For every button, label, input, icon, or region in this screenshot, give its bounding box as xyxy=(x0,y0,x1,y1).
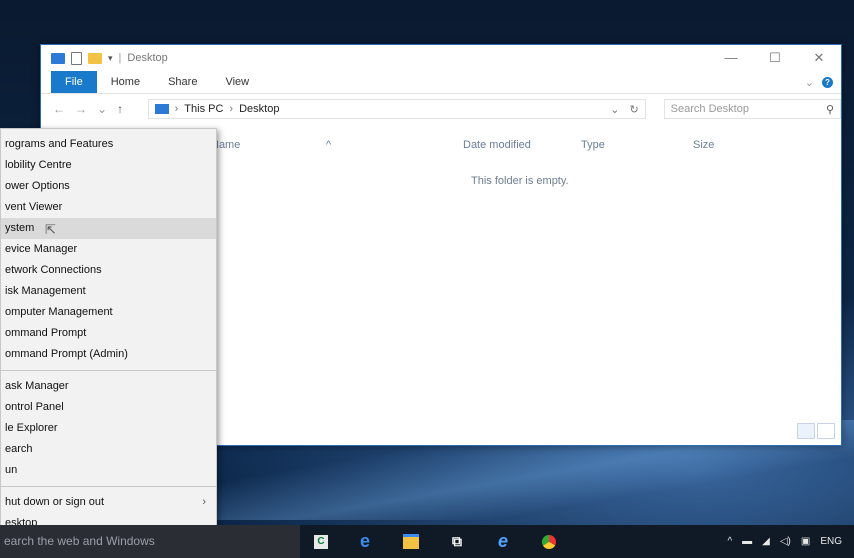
maximize-button[interactable]: ☐ xyxy=(753,45,797,71)
title-bar[interactable]: ▾ | Desktop — ☐ ✕ xyxy=(41,45,841,71)
chrome-icon[interactable] xyxy=(540,533,558,551)
search-icon[interactable]: ⚲ xyxy=(826,103,834,116)
tab-view[interactable]: View xyxy=(211,71,263,93)
close-button[interactable]: ✕ xyxy=(797,45,841,71)
store-bag-icon[interactable]: ⧉ xyxy=(448,533,466,551)
menu-item-command-prompt-admin[interactable]: ommand Prompt (Admin) xyxy=(1,344,216,365)
refresh-icon[interactable]: ↻ xyxy=(629,103,638,116)
breadcrumb-separator: › xyxy=(229,103,234,115)
up-icon[interactable]: ↑ xyxy=(117,102,123,116)
empty-folder-message: This folder is empty. xyxy=(471,175,569,187)
ribbon-tabs: File Home Share View ⌄ ? xyxy=(41,71,841,94)
customize-qat-icon[interactable]: ▾ xyxy=(108,53,113,64)
show-hidden-icons-icon[interactable]: ^ xyxy=(727,536,732,547)
menu-item-system[interactable]: ystem ⇱ xyxy=(1,218,216,239)
column-size[interactable]: Size xyxy=(693,139,714,151)
properties-icon[interactable] xyxy=(71,51,82,65)
address-row: ← → ⌄ ↑ › This PC › Desktop ⌄ ↻ Search D… xyxy=(41,94,842,124)
details-view-icon[interactable] xyxy=(797,423,815,439)
menu-item-disk-management[interactable]: isk Management xyxy=(1,281,216,302)
taskbar-search-box[interactable]: earch the web and Windows xyxy=(0,525,300,558)
menu-item-event-viewer[interactable]: vent Viewer xyxy=(1,197,216,218)
search-input[interactable]: Search Desktop xyxy=(671,103,749,115)
help-icon[interactable]: ? xyxy=(822,76,833,88)
menu-item-file-explorer[interactable]: le Explorer xyxy=(1,418,216,439)
edge-icon[interactable]: e xyxy=(356,531,374,551)
menu-item-label: ystem xyxy=(5,222,35,234)
breadcrumb-desktop[interactable]: Desktop xyxy=(239,103,279,115)
volume-icon[interactable]: ◁) xyxy=(780,536,791,547)
winx-context-menu: rograms and Features lobility Centre owe… xyxy=(0,128,217,529)
expand-ribbon-icon[interactable]: ⌄ xyxy=(805,76,814,89)
menu-item-mobility-centre[interactable]: lobility Centre xyxy=(1,155,216,176)
tab-share[interactable]: Share xyxy=(154,71,211,93)
minimize-button[interactable]: — xyxy=(709,45,753,71)
explorer-app-icon xyxy=(51,52,65,64)
menu-divider xyxy=(1,370,216,371)
column-type[interactable]: Type xyxy=(581,139,605,151)
window-title: Desktop xyxy=(127,52,168,64)
store-app-icon[interactable]: C xyxy=(314,534,328,549)
back-icon[interactable]: ← xyxy=(53,102,65,116)
breadcrumb-this-pc[interactable]: This PC xyxy=(184,103,223,115)
this-pc-icon xyxy=(154,104,169,114)
address-dropdown-icon[interactable]: ⌄ xyxy=(610,103,619,116)
taskbar: earch the web and Windows C e ⧉ e ^ ▬ ◢ … xyxy=(0,525,854,558)
submenu-arrow-icon: › xyxy=(202,496,206,508)
file-explorer-icon[interactable] xyxy=(402,533,420,551)
menu-item-search[interactable]: earch xyxy=(1,439,216,460)
tab-file[interactable]: File xyxy=(51,71,97,93)
tab-home[interactable]: Home xyxy=(97,71,154,93)
menu-item-power-options[interactable]: ower Options xyxy=(1,176,216,197)
new-folder-icon[interactable] xyxy=(88,52,102,64)
menu-item-computer-management[interactable]: omputer Management xyxy=(1,302,216,323)
qat-separator: | xyxy=(118,52,122,64)
breadcrumb-separator: › xyxy=(174,103,179,115)
menu-item-control-panel[interactable]: ontrol Panel xyxy=(1,397,216,418)
menu-item-network-connections[interactable]: etwork Connections xyxy=(1,260,216,281)
menu-item-shut-down-or-sign-out[interactable]: hut down or sign out › xyxy=(1,492,216,513)
recent-locations-icon[interactable]: ⌄ xyxy=(97,102,107,116)
menu-item-label: hut down or sign out xyxy=(5,496,105,508)
sort-arrow-icon: ^ xyxy=(326,139,332,151)
cursor-icon: ⇱ xyxy=(45,222,56,237)
forward-icon[interactable]: → xyxy=(75,102,87,116)
menu-item-device-manager[interactable]: evice Manager xyxy=(1,239,216,260)
address-bar[interactable]: › This PC › Desktop ⌄ ↻ xyxy=(147,99,646,119)
menu-item-command-prompt[interactable]: ommand Prompt xyxy=(1,323,216,344)
menu-item-run[interactable]: un xyxy=(1,460,216,481)
menu-divider xyxy=(1,486,216,487)
internet-explorer-icon[interactable]: e xyxy=(494,531,512,551)
menu-item-programs-and-features[interactable]: rograms and Features xyxy=(1,134,216,155)
language-indicator[interactable]: ENG xyxy=(820,536,842,547)
column-date-modified[interactable]: Date modified xyxy=(463,139,531,151)
search-box[interactable]: Search Desktop ⚲ xyxy=(663,99,842,119)
large-icons-view-icon[interactable] xyxy=(817,423,835,439)
battery-icon[interactable]: ▬ xyxy=(742,536,752,547)
action-center-icon[interactable]: ▣ xyxy=(801,536,810,547)
network-icon[interactable]: ◢ xyxy=(762,536,770,547)
menu-item-task-manager[interactable]: ask Manager xyxy=(1,376,216,397)
